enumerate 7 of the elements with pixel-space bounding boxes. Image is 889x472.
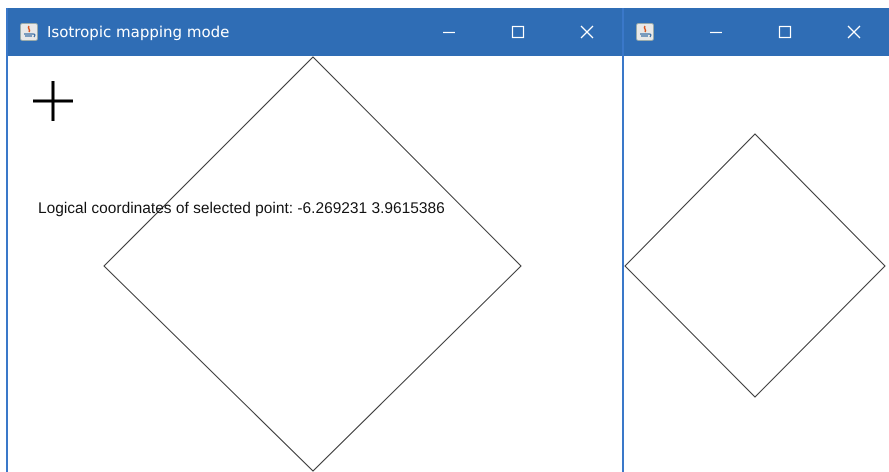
app-icon [20, 23, 38, 41]
close-icon[interactable] [580, 25, 594, 39]
app-icon [636, 23, 654, 41]
maximize-icon[interactable] [511, 25, 525, 39]
maximize-icon[interactable] [778, 25, 792, 39]
close-icon[interactable] [847, 25, 861, 39]
window-title: Isotropic mapping mode [47, 23, 230, 41]
